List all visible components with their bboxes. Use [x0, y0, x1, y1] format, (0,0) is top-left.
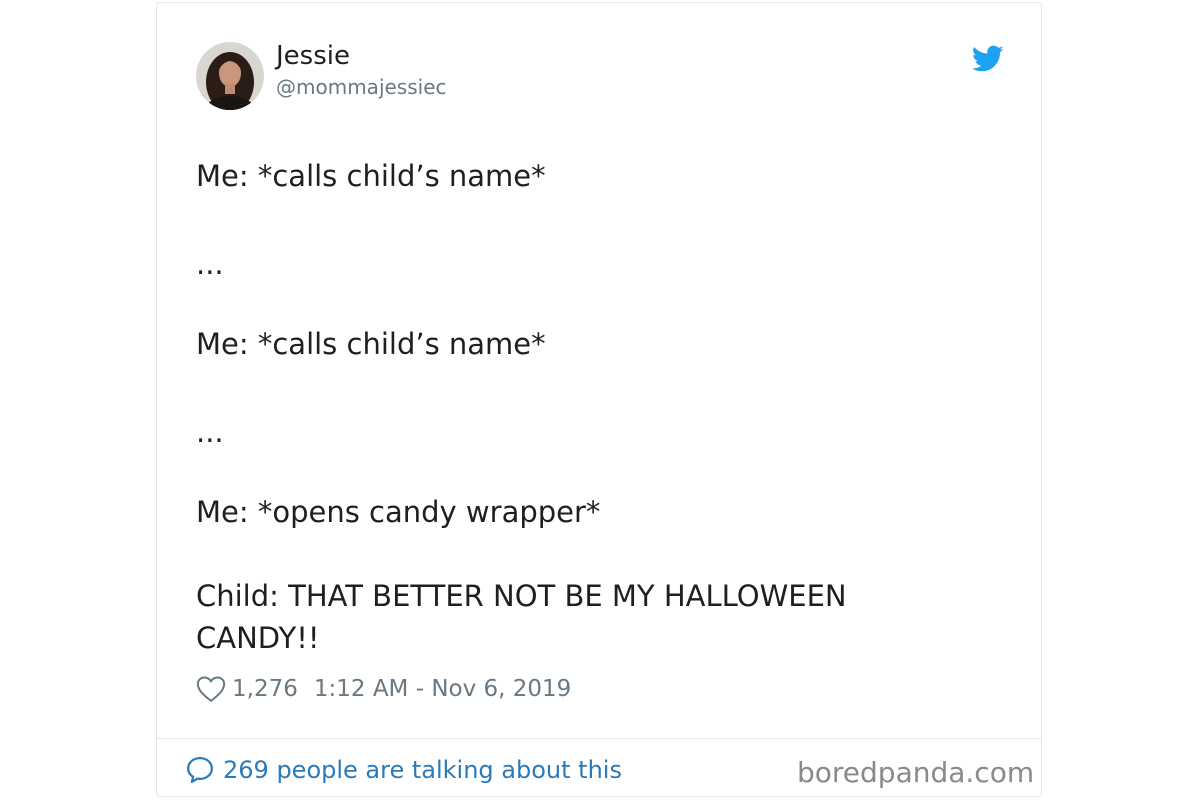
tweet-text-line: Child: THAT BETTER NOT BE MY HALLOWEEN: [196, 579, 847, 613]
tweet-timestamp[interactable]: 1:12 AM - Nov 6, 2019: [314, 676, 571, 702]
author-handle[interactable]: @mommajessiec: [276, 75, 447, 99]
tweet-text-line: ...: [196, 415, 224, 449]
heart-icon[interactable]: [196, 675, 226, 703]
speech-bubble-icon: [187, 757, 213, 783]
conversation-link-label: 269 people are talking about this: [223, 756, 622, 784]
conversation-link[interactable]: 269 people are talking about this: [185, 752, 622, 788]
tweet-text-line: CANDY!!: [196, 621, 320, 655]
divider: [157, 738, 1041, 739]
avatar[interactable]: [196, 42, 264, 110]
author-display-name[interactable]: Jessie: [276, 41, 350, 71]
tweet-text-line: Me: *opens candy wrapper*: [196, 495, 601, 529]
watermark: boredpanda.com: [797, 756, 1035, 789]
twitter-bird-icon[interactable]: [972, 45, 1004, 73]
avatar-photo-icon: [196, 42, 264, 110]
tweet-meta: 1,276 1:12 AM - Nov 6, 2019: [196, 671, 571, 707]
tweet-text-line: ...: [196, 247, 224, 281]
tweet-text-line: Me: *calls child’s name*: [196, 327, 546, 361]
tweet-text-line: Me: *calls child’s name*: [196, 159, 546, 193]
like-count[interactable]: 1,276: [232, 676, 298, 702]
tweet-card: Jessie @mommajessiec Me: *calls child’s …: [156, 2, 1042, 797]
